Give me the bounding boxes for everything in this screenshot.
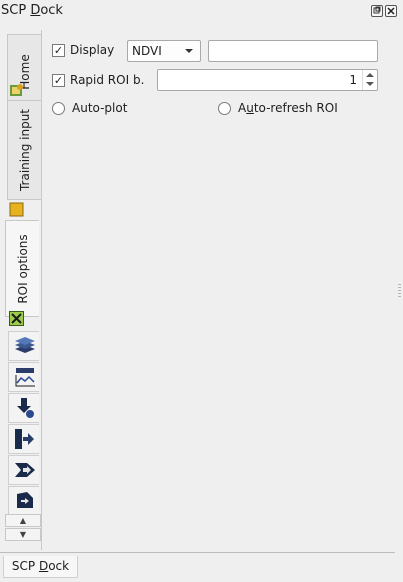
- import-button[interactable]: [8, 424, 39, 454]
- tab-training-input-label: Training input: [17, 108, 32, 192]
- download-icon: [17, 398, 34, 418]
- tab-home[interactable]: Home: [7, 34, 41, 110]
- export-icon: [15, 463, 35, 477]
- auto-plot-radio[interactable]: [52, 101, 65, 115]
- layers-icon: [15, 337, 35, 353]
- auto-plot-label: Auto-plot: [72, 101, 128, 115]
- display-checkbox[interactable]: ✓: [52, 43, 65, 57]
- spin-down-icon[interactable]: [366, 82, 374, 86]
- auto-refresh-radio-row[interactable]: Auto-refresh ROI: [218, 101, 338, 115]
- float-icon[interactable]: [371, 5, 383, 17]
- preprocessing-button[interactable]: [8, 486, 39, 516]
- download-button[interactable]: [8, 393, 39, 423]
- scroll-up-icon[interactable]: ▲: [5, 514, 41, 527]
- chevron-down-icon: [185, 49, 193, 53]
- preprocessing-icon: [17, 492, 33, 508]
- spectral-plot-icon: [15, 368, 35, 387]
- export-button[interactable]: [8, 455, 39, 485]
- display-index-value: NDVI: [132, 44, 162, 58]
- auto-plot-radio-row[interactable]: Auto-plot: [52, 101, 127, 115]
- rapid-roi-checkbox[interactable]: ✓: [52, 73, 65, 87]
- training-tab-icon[interactable]: [9, 202, 24, 217]
- home-tab-icon[interactable]: [9, 83, 24, 98]
- auto-refresh-radio[interactable]: [218, 101, 231, 115]
- scroll-down-icon[interactable]: ▼: [5, 528, 41, 541]
- display-index-select[interactable]: NDVI: [127, 40, 201, 62]
- rapid-roi-checkbox-row[interactable]: ✓ Rapid ROI b.: [52, 73, 144, 87]
- expression-input[interactable]: [208, 40, 378, 62]
- layers-button[interactable]: [8, 331, 39, 361]
- tab-training-input[interactable]: Training input: [7, 100, 41, 200]
- tab-roi-options-label: ROI options: [15, 233, 30, 304]
- tab-roi-options[interactable]: ROI options: [5, 220, 39, 317]
- rapid-roi-label: Rapid ROI b.: [70, 73, 145, 87]
- close-icon[interactable]: [385, 5, 397, 17]
- auto-refresh-label: Auto-refresh ROI: [238, 101, 338, 115]
- display-checkbox-row[interactable]: ✓ Display: [52, 43, 114, 57]
- bottom-dock-tab[interactable]: SCP Dock: [3, 556, 78, 578]
- spin-up-icon[interactable]: [366, 73, 374, 77]
- import-icon: [15, 429, 34, 449]
- display-label: Display: [70, 43, 115, 57]
- dock-title: SCP Dock: [1, 3, 63, 18]
- spectral-plot-button[interactable]: [8, 362, 39, 392]
- roi-tab-icon[interactable]: [9, 311, 24, 326]
- rapid-roi-band-value: 1: [349, 73, 357, 87]
- resize-grip[interactable]: [398, 284, 401, 298]
- rapid-roi-band-spinbox[interactable]: 1: [157, 69, 378, 91]
